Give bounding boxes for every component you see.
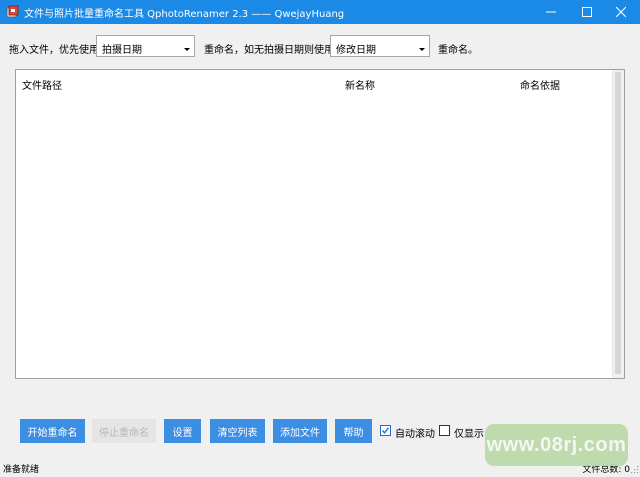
close-button[interactable] — [601, 0, 640, 24]
dropdown-arrow-icon — [184, 48, 190, 51]
column-header-basis[interactable]: 命名依据 — [520, 77, 560, 92]
scrollbar-thumb[interactable] — [615, 72, 621, 374]
status-text: 准备就绪 — [3, 465, 40, 475]
column-header-path[interactable]: 文件路径 — [22, 77, 62, 92]
checkmark-icon — [381, 427, 390, 434]
show-only-label: 仅显示 — [454, 429, 484, 440]
drag-files-label: 拖入文件，优先使用 — [9, 45, 99, 56]
fallback-date-value: 修改日期 — [336, 45, 376, 56]
primary-date-value: 拍摄日期 — [102, 45, 142, 56]
start-rename-button[interactable]: 开始重命名 — [20, 419, 85, 443]
app-icon — [6, 5, 19, 18]
stop-rename-button[interactable]: 停止重命名 — [92, 419, 156, 443]
show-only-checkbox[interactable] — [439, 425, 450, 436]
minimize-icon — [546, 7, 556, 17]
primary-date-select[interactable]: 拍摄日期 — [96, 35, 195, 57]
fallback-description-label: 重命名，如无拍摄日期则使用 — [204, 45, 334, 56]
auto-scroll-checkbox[interactable] — [380, 425, 391, 436]
file-list[interactable]: 文件路径 新名称 命名依据 — [15, 69, 625, 379]
watermark: www.08rj.com — [485, 424, 628, 466]
watermark-text: www.08rj.com — [486, 433, 627, 456]
add-files-button[interactable]: 添加文件 — [273, 419, 327, 443]
minimize-button[interactable] — [531, 0, 571, 24]
resize-grip-icon[interactable] — [631, 466, 639, 474]
column-header-new-name[interactable]: 新名称 — [345, 77, 375, 92]
clear-list-button[interactable]: 清空列表 — [210, 419, 265, 443]
auto-scroll-label: 自动滚动 — [395, 429, 435, 440]
close-icon — [616, 7, 626, 17]
window-title: 文件与照片批量重命名工具 QphotoRenamer 2.3 —— Qwejay… — [24, 9, 345, 20]
rename-end-label: 重命名。 — [438, 45, 478, 56]
title-bar[interactable]: 文件与照片批量重命名工具 QphotoRenamer 2.3 —— Qwejay… — [0, 0, 640, 24]
maximize-icon — [582, 7, 592, 17]
help-button[interactable]: 帮助 — [335, 419, 372, 443]
settings-button[interactable]: 设置 — [164, 419, 201, 443]
dropdown-arrow-icon — [419, 48, 425, 51]
vertical-scrollbar[interactable] — [612, 70, 624, 378]
fallback-date-select[interactable]: 修改日期 — [330, 35, 430, 57]
